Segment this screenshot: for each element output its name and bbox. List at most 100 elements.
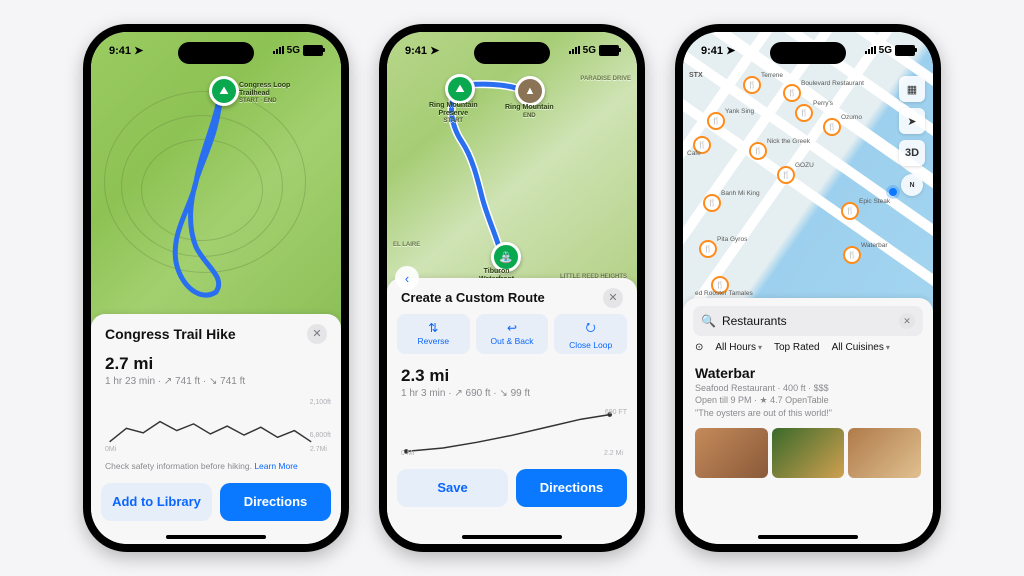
network-label: 5G bbox=[287, 45, 300, 56]
phone-3-screen: 9:41 ➤ 5G STX 🍴Terrene bbox=[683, 32, 933, 544]
phone-1: 9:41 ➤ 5G ⛰ Congress LoopTrailheadSTART … bbox=[83, 24, 349, 552]
elev-x1-label: 2.2 Mi bbox=[604, 450, 623, 457]
search-value: Restaurants bbox=[722, 314, 893, 328]
chevron-down-icon: ▾ bbox=[758, 343, 762, 352]
poi-pin[interactable]: 🍴 bbox=[783, 84, 801, 102]
battery-icon bbox=[599, 45, 619, 56]
result-photo[interactable] bbox=[848, 428, 921, 478]
elev-x0-label: 0Mi bbox=[105, 446, 116, 453]
safety-text: Check safety information before hiking. … bbox=[91, 459, 341, 477]
poi-pin[interactable]: 🍴 bbox=[843, 246, 861, 264]
poi-pin[interactable]: 🍴 bbox=[841, 202, 859, 220]
sort-button[interactable]: ⊙ bbox=[695, 342, 703, 353]
3d-button[interactable]: 3D bbox=[899, 140, 925, 166]
cuisine-filter[interactable]: All Cuisines▾ bbox=[832, 342, 890, 353]
directions-button[interactable]: Directions bbox=[516, 469, 627, 507]
map-mode-button[interactable]: ▦ bbox=[899, 76, 925, 102]
search-input[interactable]: 🔍 Restaurants ✕ bbox=[693, 306, 923, 336]
result-name: Waterbar bbox=[695, 365, 921, 381]
directions-button[interactable]: Directions bbox=[220, 483, 331, 521]
elevation-chart: 690 FT 0 Mi 2.2 Mi bbox=[397, 409, 627, 457]
status-time: 9:41 bbox=[701, 45, 723, 57]
reverse-button[interactable]: ⇅Reverse bbox=[397, 314, 470, 354]
clear-search-button[interactable]: ✕ bbox=[899, 313, 915, 329]
reverse-icon: ⇅ bbox=[428, 321, 438, 335]
result-line1: Seafood Restaurant · 400 ft · $$$ bbox=[695, 383, 921, 393]
route-stats: 1 hr 3 min · ↗ 690 ft · ↘ 99 ft bbox=[401, 388, 623, 399]
location-icon: ➤ bbox=[726, 45, 735, 57]
home-indicator[interactable] bbox=[758, 535, 858, 539]
network-label: 5G bbox=[879, 45, 892, 56]
distance-value: 2.7 mi bbox=[105, 354, 327, 374]
battery-icon bbox=[303, 45, 323, 56]
result-quote: "The oysters are out of this world!" bbox=[695, 408, 921, 418]
search-result[interactable]: Waterbar Seafood Restaurant · 400 ft · $… bbox=[683, 361, 933, 422]
location-icon: ➤ bbox=[430, 45, 439, 57]
dynamic-island bbox=[770, 42, 846, 64]
search-sheet[interactable]: 🔍 Restaurants ✕ ⊙ All Hours▾ Top Rated A… bbox=[683, 298, 933, 544]
end-pin[interactable]: ▲ bbox=[515, 76, 545, 106]
save-button[interactable]: Save bbox=[397, 469, 508, 507]
showcase-stage: 9:41 ➤ 5G ⛰ Congress LoopTrailheadSTART … bbox=[0, 0, 1024, 576]
status-time: 9:41 bbox=[405, 45, 427, 57]
signal-icon bbox=[569, 46, 580, 54]
poi-pin[interactable]: 🍴 bbox=[777, 166, 795, 184]
close-loop-button[interactable]: ⭮Close Loop bbox=[554, 314, 627, 354]
close-loop-icon: ⭮ bbox=[586, 318, 596, 339]
trailhead-pin[interactable]: ⛰ bbox=[209, 76, 239, 106]
elev-bot-label: 6,800ft bbox=[310, 432, 331, 439]
distance-value: 2.3 mi bbox=[401, 366, 623, 386]
elev-x1-label: 2.7Mi bbox=[310, 446, 327, 453]
locate-button[interactable]: ➤ bbox=[899, 108, 925, 134]
map-view[interactable]: ‹ PARADISE DRIVE LITTLE REED HEIGHTS EL … bbox=[387, 32, 637, 298]
map-view[interactable]: ⛰ Congress LoopTrailheadSTART · END bbox=[91, 32, 341, 329]
map-layers-icon: ▦ bbox=[907, 83, 917, 96]
sheet-title: Create a Custom Route bbox=[401, 290, 545, 305]
phone-1-screen: 9:41 ➤ 5G ⛰ Congress LoopTrailheadSTART … bbox=[91, 32, 341, 544]
start-pin-label: Ring MountainPreserveSTART bbox=[429, 102, 478, 125]
poi-pin[interactable]: 🍴 bbox=[703, 194, 721, 212]
poi-pin[interactable]: 🍴 bbox=[749, 142, 767, 160]
hike-detail-sheet[interactable]: Congress Trail Hike ✕ 2.7 mi 1 hr 23 min… bbox=[91, 314, 341, 544]
elevation-chart: 2,100ft 6,800ft 0Mi 2.7Mi bbox=[101, 397, 331, 453]
end-pin-label: Ring MountainEND bbox=[505, 104, 554, 119]
network-label: 5G bbox=[583, 45, 596, 56]
learn-more-link[interactable]: Learn More bbox=[254, 461, 297, 471]
compass-button[interactable]: N bbox=[901, 174, 923, 196]
signal-icon bbox=[273, 46, 284, 54]
close-sheet-button[interactable]: ✕ bbox=[603, 288, 623, 308]
map-view[interactable]: STX 🍴Terrene 🍴Boulevard Restaurant 🍴Perr… bbox=[683, 32, 933, 314]
dynamic-island bbox=[474, 42, 550, 64]
home-indicator[interactable] bbox=[462, 535, 562, 539]
poi-pin[interactable]: 🍴 bbox=[743, 76, 761, 94]
battery-icon bbox=[895, 45, 915, 56]
result-photo[interactable] bbox=[695, 428, 768, 478]
hike-route-path bbox=[91, 32, 341, 329]
poi-pin[interactable]: 🍴 bbox=[707, 112, 725, 130]
phone-3: 9:41 ➤ 5G STX 🍴Terrene bbox=[675, 24, 941, 552]
signal-icon bbox=[865, 46, 876, 54]
result-photos bbox=[683, 422, 933, 484]
elev-top-label: 690 FT bbox=[605, 409, 627, 416]
locate-icon: ➤ bbox=[907, 115, 916, 128]
location-icon: ➤ bbox=[134, 45, 143, 57]
add-to-library-button[interactable]: Add to Library bbox=[101, 483, 212, 521]
close-sheet-button[interactable]: ✕ bbox=[307, 324, 327, 344]
user-location-dot bbox=[889, 188, 897, 196]
phone-2: 9:41 ➤ 5G ‹ PARADISE DRIVE LITTLE REED H… bbox=[379, 24, 645, 552]
chevron-down-icon: ▾ bbox=[886, 343, 890, 352]
search-icon: 🔍 bbox=[701, 314, 716, 328]
poi-pin[interactable]: 🍴 bbox=[823, 118, 841, 136]
out-back-button[interactable]: ↩Out & Back bbox=[476, 314, 549, 354]
top-rated-filter[interactable]: Top Rated bbox=[774, 342, 820, 353]
district-label: STX bbox=[689, 72, 703, 80]
result-photo[interactable] bbox=[772, 428, 845, 478]
hours-filter[interactable]: All Hours▾ bbox=[715, 342, 762, 353]
filter-bar: ⊙ All Hours▾ Top Rated All Cuisines▾ bbox=[683, 342, 933, 361]
poi-pin[interactable]: 🍴 bbox=[795, 104, 813, 122]
home-indicator[interactable] bbox=[166, 535, 266, 539]
poi-pin[interactable]: 🍴 bbox=[699, 240, 717, 258]
elev-x0-label: 0 Mi bbox=[401, 450, 414, 457]
custom-route-sheet[interactable]: Create a Custom Route ✕ ⇅Reverse ↩Out & … bbox=[387, 278, 637, 544]
start-pin[interactable]: ⛰ bbox=[445, 74, 475, 104]
